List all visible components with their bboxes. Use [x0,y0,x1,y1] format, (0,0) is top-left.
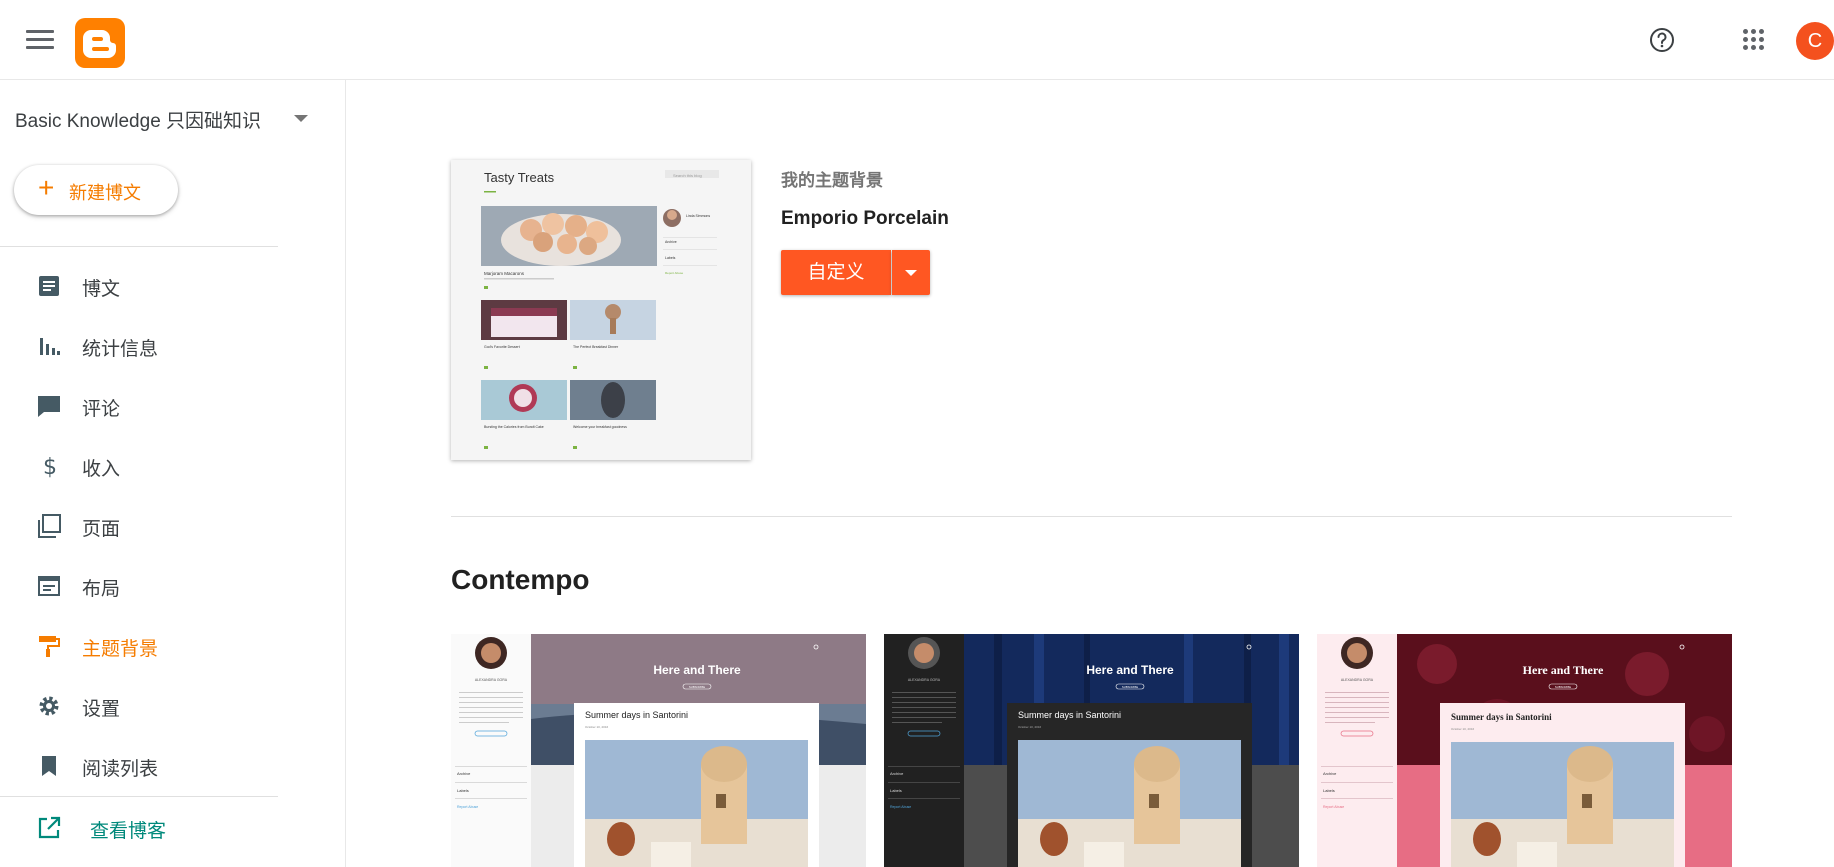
thumb-post-title: The Perfect Breakfast Dinner [573,345,619,349]
sidebar-item-label: 阅读列表 [82,759,159,780]
sidebar-item-label: 博文 [82,279,121,300]
thumb-blog-title: Tasty Treats [484,170,555,185]
thumb-post-title: Welcome your breakfast goodness [573,425,627,429]
view-blog-link[interactable]: 查看博客 [0,803,278,851]
card-profile-name: ALEXANDRA GORA [475,678,508,682]
external-link-icon [38,816,61,839]
sidebar-item-label: 页面 [82,519,121,540]
card-post-title: Summer days in Santorini [1451,712,1552,722]
sidebar-item-reading-list[interactable]: 阅读列表 [0,741,278,789]
dollar-icon: $ [43,455,57,479]
card-post-date: October 10, 2016 [585,725,609,729]
thumb-search: Search this blog [673,173,702,178]
apps-grid-icon[interactable] [1743,29,1765,51]
sidebar-item-theme[interactable]: 主题背景 [0,621,278,669]
sidebar-item-label: 统计信息 [82,339,159,360]
main-content: Tasty Treats Search this blog Marjoram M… [347,80,1834,867]
thumb-sidebar-link: Labels [665,256,676,260]
customize-button[interactable]: 自定义 [781,250,891,295]
sidebar-item-earnings[interactable]: $ 收入 [0,441,278,489]
card-blog-title: Here and There [1523,663,1604,677]
sidebar: Basic Knowledge 只因础知识 + 新建博文 博文 统计信息 评论 … [0,80,346,867]
section-title: Contempo [451,564,590,595]
menu-icon[interactable] [26,30,54,50]
sidebar-item-stats[interactable]: 统计信息 [0,321,278,369]
theme-card-contempo-pink[interactable]: ALEXANDRA GORA Archive Labels Report Abu… [1317,634,1732,867]
sidebar-item-comments[interactable]: 评论 [0,381,278,429]
card-subscribe: SUBSCRIBE [689,685,705,689]
current-theme-preview[interactable]: Tasty Treats Search this blog Marjoram M… [451,160,751,460]
current-theme-name: Emporio Porcelain [781,208,949,229]
sidebar-item-label: 评论 [82,399,121,420]
posts-icon [39,276,59,296]
layout-icon [38,576,60,596]
my-theme-label: 我的主题背景 [781,171,883,190]
divider [451,516,1732,517]
card-post-title: Summer days in Santorini [585,710,688,720]
card-post-title: Summer days in Santorini [1018,710,1121,720]
thumb-post-title: God's Favorite Dessert [484,345,520,349]
blog-selector[interactable]: Basic Knowledge 只因础知识 [15,106,261,133]
card-profile-name: ALEXANDRA GORA [908,678,941,682]
sidebar-item-layout[interactable]: 布局 [0,561,278,609]
caret-down-icon[interactable] [294,115,308,122]
customize-dropdown-button[interactable] [892,250,930,295]
blogger-logo[interactable] [75,18,125,68]
view-blog-label: 查看博客 [90,821,167,842]
card-sidebar-link: Archive [890,771,904,776]
top-bar: C [0,0,1834,80]
card-post-date: October 10, 2016 [1451,727,1475,731]
card-blog-title: Here and There [653,663,741,677]
paint-roller-icon [39,636,60,657]
card-post-date: October 10, 2016 [1018,725,1042,729]
new-post-button[interactable]: + 新建博文 [14,165,178,215]
thumb-sidebar-link: Archive [665,240,677,244]
sidebar-item-settings[interactable]: 设置 [0,681,278,729]
card-sidebar-link: Archive [1323,771,1337,776]
svg-text:$: $ [43,455,57,479]
plus-icon: + [38,172,55,203]
card-sidebar-link: Archive [457,771,471,776]
sidebar-item-pages[interactable]: 页面 [0,501,278,549]
sidebar-item-label: 收入 [82,459,121,480]
card-profile-name: ALEXANDRA GORA [1341,678,1374,682]
card-subscribe: SUBSCRIBE [1122,685,1138,689]
pages-icon [38,514,61,538]
card-report-abuse: Report Abuse [457,805,478,809]
card-sidebar-link: Labels [457,788,469,793]
new-post-label: 新建博文 [69,183,141,203]
card-report-abuse: Report Abuse [890,805,911,809]
card-subscribe: SUBSCRIBE [1555,685,1571,689]
divider [0,796,278,797]
thumb-post-title: Marjoram Macarons [484,271,525,276]
card-report-abuse: Report Abuse [1323,805,1344,809]
gear-icon [39,696,59,716]
comments-icon [38,396,60,417]
thumb-profile-name: Linda Simmons [686,214,710,218]
help-icon[interactable] [1648,26,1676,54]
sidebar-item-label: 主题背景 [82,639,159,660]
sidebar-item-label: 设置 [82,699,121,720]
sidebar-item-label: 布局 [82,579,121,600]
divider [0,246,278,247]
stats-icon [40,338,60,355]
bookmark-icon [42,756,56,776]
card-sidebar-link: Labels [890,788,902,793]
thumb-report-abuse: Report Abuse [665,271,684,275]
avatar[interactable]: C [1796,22,1834,60]
card-sidebar-link: Labels [1323,788,1335,793]
theme-card-contempo-light[interactable]: ALEXANDRA GORA Archive Labels Report Abu… [451,634,866,867]
thumb-post-title: Bursting the Calories from Bundt Cake [484,425,544,429]
card-blog-title: Here and There [1086,663,1174,677]
theme-card-contempo-dark[interactable]: ALEXANDRA GORA Archive Labels Report Abu… [884,634,1299,867]
sidebar-item-posts[interactable]: 博文 [0,261,278,309]
